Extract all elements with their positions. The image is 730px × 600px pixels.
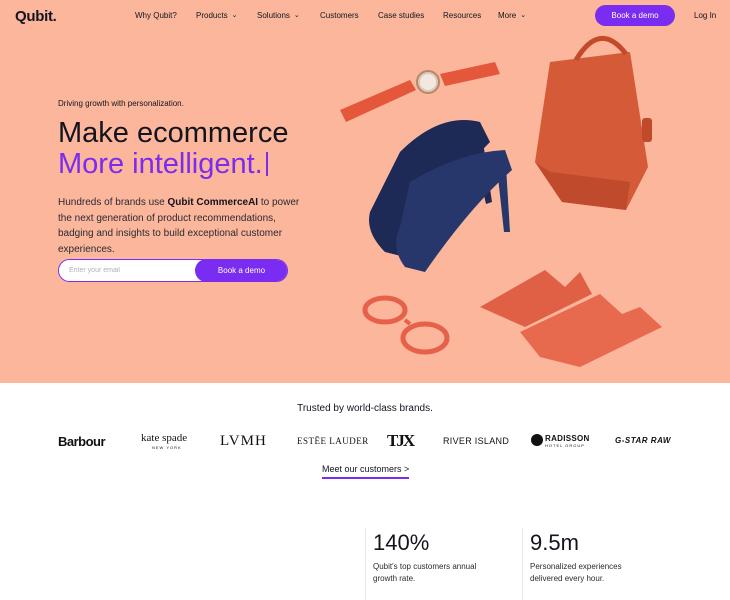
stat-value-experiences: 9.5m [530, 530, 579, 555]
trusted-brands-title: Trusted by world-class brands. [297, 403, 433, 414]
radisson-mark-icon [531, 434, 543, 446]
stat-value-growth: 140% [373, 530, 430, 555]
email-signup-form: Book a demo [58, 259, 288, 282]
nav-item-label: Why Qubit? [135, 11, 177, 20]
meet-customers-link[interactable]: Meet our customers > [322, 464, 410, 479]
brand-logo-river-island: RIVER ISLAND [443, 436, 510, 446]
brand-logo-barbour: Barbour [58, 434, 106, 449]
top-navigation: Qubit. Why Qubit? Products ⌄ Solutions ⌄ C… [0, 0, 730, 32]
brand-logo-kate-spade: kate spade [141, 432, 188, 444]
chevron-down-icon: ⌄ [293, 12, 300, 19]
stat-divider [522, 528, 523, 600]
nav-item-label: Resources [443, 11, 482, 20]
brand-logo-lvmh: LVMH [220, 433, 267, 449]
brand-logo-estee-lauder: ESTĒE LAUDER [297, 436, 369, 446]
nav-item-label: Products [196, 11, 228, 20]
hero-section: Qubit. Why Qubit? Products ⌄ Solutions ⌄ C… [0, 0, 730, 383]
description-product-name: Qubit CommerceAI [167, 197, 259, 208]
nav-item-label: More [498, 11, 517, 20]
hero-headline: Make ecommerce [58, 117, 289, 149]
hero-description: Hundreds of brands use Qubit CommerceAI … [58, 195, 313, 257]
brand-logo-radisson-sub: HOTEL GROUP [545, 443, 585, 448]
book-demo-nav-button[interactable]: Book a demo [595, 5, 675, 26]
nav-item-why-qubit[interactable]: Why Qubit? [135, 11, 177, 20]
nav-item-label: Customers [320, 11, 359, 20]
nav-item-solutions[interactable]: Solutions ⌄ [257, 11, 300, 20]
book-demo-submit-button[interactable]: Book a demo [195, 260, 287, 281]
glasses-icon [362, 295, 408, 325]
nav-item-resources[interactable]: Resources [443, 11, 481, 20]
brand-logo-radisson: RADISSON [545, 434, 590, 443]
stat-divider [365, 528, 366, 600]
nav-item-case-studies[interactable]: Case studies [378, 11, 424, 20]
watch-icon [340, 80, 416, 122]
chevron-down-icon: ⌄ [520, 12, 527, 19]
stat-description-experiences: Personalized experiences delivered every… [530, 562, 622, 583]
chevron-down-icon: ⌄ [231, 12, 238, 19]
brand-logo-tjx: TJX [387, 431, 415, 450]
hero-headline-accent-text: More intelligent. [58, 148, 263, 180]
nav-item-products[interactable]: Products ⌄ [196, 11, 237, 20]
hero-product-illustration [340, 35, 662, 367]
nav-item-customers[interactable]: Customers [320, 11, 359, 20]
email-input[interactable] [59, 260, 195, 281]
nav-item-label: Solutions [257, 11, 290, 20]
brand-logo-kate-spade-sub: NEW YORK [152, 445, 182, 450]
hero-tagline: Driving growth with personalization. [58, 99, 184, 108]
login-link[interactable]: Log In [694, 11, 716, 20]
nav-item-more[interactable]: More ⌄ [498, 11, 526, 20]
description-prefix: Hundreds of brands use [58, 197, 168, 208]
brand-logo-g-star-raw: G-STAR RAW [615, 436, 671, 445]
stat-description-growth: Qubit's top customers annual growth rate… [373, 562, 477, 583]
qubit-logo[interactable]: Qubit. [15, 8, 57, 25]
hero-headline-accent: More intelligent. [58, 149, 268, 180]
typing-caret [265, 152, 268, 176]
nav-item-label: Case studies [378, 11, 425, 20]
